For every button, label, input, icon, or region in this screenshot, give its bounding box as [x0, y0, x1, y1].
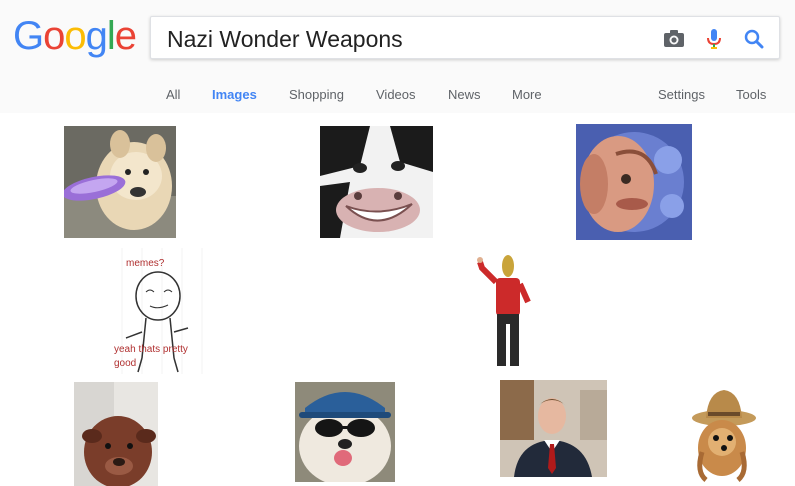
image-result-dog-cowboy-hat[interactable]	[688, 382, 756, 482]
image-result-dog-sunglasses[interactable]	[295, 382, 395, 482]
tab-videos[interactable]: Videos	[376, 87, 416, 102]
tab-all[interactable]: All	[166, 87, 180, 102]
search-icon[interactable]	[741, 26, 767, 52]
image-result-dancing-man[interactable]	[472, 252, 542, 372]
image-result-smiling-cow[interactable]	[320, 126, 433, 238]
logo-letter: e	[114, 14, 137, 58]
tab-shopping[interactable]: Shopping	[289, 87, 344, 102]
microphone-icon[interactable]	[701, 26, 727, 52]
image-result-dog-frisbee[interactable]	[64, 126, 176, 238]
search-box[interactable]	[150, 16, 780, 59]
meme-caption-top: memes?	[126, 258, 165, 269]
logo-letter: G	[13, 14, 44, 58]
logo-letter: g	[85, 14, 108, 58]
search-tabs: All Images Shopping Videos News More Set…	[0, 87, 795, 107]
logo-letter: o	[43, 14, 65, 58]
camera-icon[interactable]	[661, 26, 687, 52]
logo-letter: o	[64, 14, 86, 58]
image-result-distorted-face[interactable]	[576, 124, 692, 240]
meme-caption-bottom: yeah thats pretty	[114, 344, 188, 355]
tab-more[interactable]: More	[512, 87, 542, 102]
google-logo[interactable]: Google	[13, 14, 137, 59]
image-result-meme-comic[interactable]: memes? yeah thats pretty good	[112, 248, 218, 374]
search-input[interactable]	[165, 23, 639, 55]
image-result-man-in-suit[interactable]	[500, 380, 607, 477]
tab-news[interactable]: News	[448, 87, 481, 102]
search-header: Google All	[0, 0, 795, 113]
image-result-brown-dog[interactable]	[74, 382, 158, 486]
tab-tools[interactable]: Tools	[736, 87, 766, 102]
logo-letter: l	[106, 14, 116, 58]
meme-caption-bottom-2: good	[114, 358, 136, 369]
tab-images[interactable]: Images	[212, 87, 257, 102]
tab-settings[interactable]: Settings	[658, 87, 705, 102]
